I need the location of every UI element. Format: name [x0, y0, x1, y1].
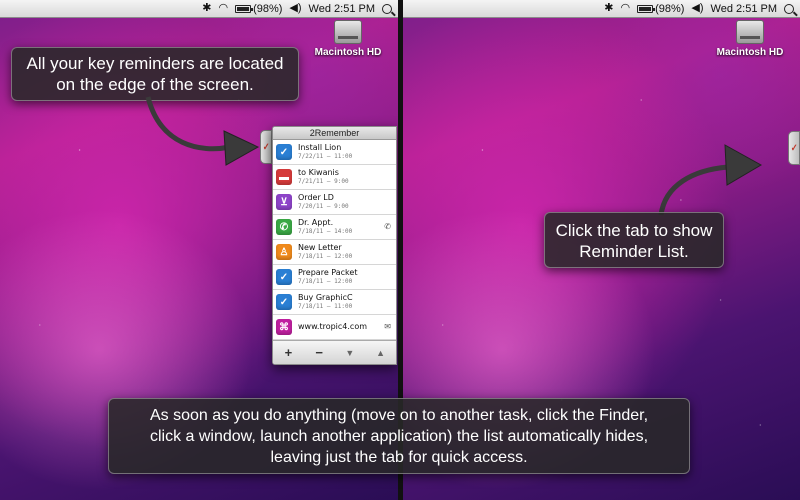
- callout-bottom-line2: click a window, launch another applicati…: [149, 428, 649, 445]
- callout-tab: Click the tab to show Reminder List.: [544, 212, 724, 268]
- menu-clock[interactable]: Wed 2:51 PM: [711, 3, 777, 15]
- battery-status[interactable]: (98%): [637, 3, 684, 15]
- checkmark-icon: ✓: [262, 141, 270, 153]
- volume-icon[interactable]: ◀): [691, 3, 703, 14]
- wifi-icon[interactable]: ◠: [620, 3, 630, 14]
- reminder-text: to Kiwanis 7/21/11 — 9:00: [298, 168, 349, 186]
- reminder-item[interactable]: ⊻ Order LD 7/20/11 — 9:00: [273, 190, 396, 215]
- arrow-icon: [145, 96, 260, 166]
- macintosh-hd-drive[interactable]: Macintosh HD: [715, 20, 785, 58]
- spotlight-search-icon[interactable]: [382, 3, 392, 14]
- reminder-title: www.tropic4.com: [298, 322, 367, 331]
- reminder-list: ✓ Install Lion 7/22/11 — 11:00 ▬ to Kiwanis 7…: [273, 140, 396, 340]
- checkmark-icon: ✓: [276, 144, 292, 160]
- person-icon: ♙: [276, 244, 292, 260]
- callout-edge-line1: All your key reminders are located: [26, 54, 284, 73]
- reminder-text: Buy GraphicC 7/18/11 — 11:00: [298, 293, 353, 311]
- arrow-icon: [658, 144, 763, 216]
- hard-drive-icon: [736, 20, 764, 44]
- bluetooth-icon[interactable]: ✱: [202, 3, 211, 14]
- reminder-title: Install Lion: [298, 143, 342, 152]
- callout-edge: All your key reminders are located on th…: [11, 47, 299, 101]
- battery-icon: [235, 4, 254, 13]
- reminder-text: Dr. Appt. 7/18/11 — 14:00: [298, 218, 352, 236]
- phone-icon: ✆: [384, 222, 391, 231]
- reminder-edge-tab[interactable]: ✓: [788, 131, 800, 165]
- checkmark-icon: ✓: [790, 142, 798, 154]
- reminder-title: to Kiwanis: [298, 168, 339, 177]
- battery-percent: (98%): [253, 2, 283, 15]
- callout-tab-line1: Click the tab to show: [555, 221, 713, 240]
- volume-icon[interactable]: ◀): [289, 3, 301, 14]
- reminder-item[interactable]: ✓ Install Lion 7/22/11 — 11:00: [273, 140, 396, 165]
- reminder-date: 7/18/11 — 12:00: [298, 278, 353, 285]
- checkmark-icon: ✓: [276, 294, 292, 310]
- menu-bar: ✱ ◠ (98%) ◀) Wed 2:51 PM: [403, 0, 800, 18]
- car-icon: ▬: [276, 169, 292, 185]
- panel-toolbar: + − ▼ ▲: [273, 340, 396, 364]
- reminder-title: New Letter: [298, 243, 342, 252]
- callout-bottom-line3: leaving just the tab for quick access.: [270, 449, 528, 466]
- wifi-icon[interactable]: ◠: [218, 3, 228, 14]
- reminder-date: 7/20/11 — 9:00: [298, 203, 349, 210]
- reminder-text: Order LD 7/20/11 — 9:00: [298, 193, 349, 211]
- reminder-title: Dr. Appt.: [298, 218, 334, 227]
- reminder-date: 7/21/11 — 9:00: [298, 178, 349, 185]
- reminder-text: New Letter 7/18/11 — 12:00: [298, 243, 352, 261]
- move-up-button[interactable]: ▲: [371, 348, 391, 358]
- bluetooth-icon[interactable]: ✱: [604, 3, 613, 14]
- reminder-title: Prepare Packet: [298, 268, 358, 277]
- battery-status[interactable]: (98%): [235, 3, 282, 15]
- phone-icon: ✆: [276, 219, 292, 235]
- reminder-item[interactable]: ✓ Buy GraphicC 7/18/11 — 11:00: [273, 290, 396, 315]
- menu-bar: ✱ ◠ (98%) ◀) Wed 2:51 PM: [0, 0, 398, 18]
- battery-icon: [637, 4, 656, 13]
- reminder-panel: 2Remember ✓ Install Lion 7/22/11 — 11:00 ▬ t…: [272, 126, 397, 365]
- menu-clock[interactable]: Wed 2:51 PM: [309, 3, 375, 15]
- move-down-button[interactable]: ▼: [340, 348, 360, 358]
- reminder-date: 7/18/11 — 14:00: [298, 228, 353, 235]
- reminder-item[interactable]: ✆ Dr. Appt. 7/18/11 — 14:00 ✆: [273, 215, 396, 240]
- callout-tab-line2: Reminder List.: [579, 242, 689, 261]
- reminder-text: Prepare Packet 7/18/11 — 12:00: [298, 268, 357, 286]
- hard-drive-icon: [334, 20, 362, 44]
- mail-icon: ✉: [384, 322, 391, 331]
- cart-icon: ⊻: [276, 194, 292, 210]
- drive-label: Macintosh HD: [716, 47, 784, 58]
- reminder-item[interactable]: ✓ Prepare Packet 7/18/11 — 12:00: [273, 265, 396, 290]
- checkmark-icon: ✓: [276, 269, 292, 285]
- reminder-edge-tab[interactable]: ✓: [260, 130, 272, 164]
- remove-button[interactable]: −: [309, 345, 329, 360]
- reminder-title: Order LD: [298, 193, 334, 202]
- callout-bottom-line1: As soon as you do anything (move on to a…: [149, 407, 649, 424]
- battery-percent: (98%): [655, 2, 685, 15]
- drive-label: Macintosh HD: [314, 47, 382, 58]
- callout-edge-line2: on the edge of the screen.: [56, 75, 254, 94]
- reminder-text: www.tropic4.com: [298, 322, 367, 332]
- reminder-date: 7/18/11 — 11:00: [298, 303, 353, 310]
- reminder-date: 7/22/11 — 11:00: [298, 153, 353, 160]
- reminder-item[interactable]: ♙ New Letter 7/18/11 — 12:00: [273, 240, 396, 265]
- add-button[interactable]: +: [278, 345, 298, 360]
- macintosh-hd-drive[interactable]: Macintosh HD: [313, 20, 383, 58]
- panel-title: 2Remember: [273, 127, 396, 140]
- reminder-date: 7/18/11 — 12:00: [298, 253, 353, 260]
- reminder-item[interactable]: ⌘ www.tropic4.com ✉: [273, 315, 396, 340]
- spotlight-search-icon[interactable]: [784, 3, 794, 14]
- reminder-text: Install Lion 7/22/11 — 11:00: [298, 143, 352, 161]
- reminder-item[interactable]: ▬ to Kiwanis 7/21/11 — 9:00: [273, 165, 396, 190]
- reminder-title: Buy GraphicC: [298, 293, 353, 302]
- link-icon: ⌘: [276, 319, 292, 335]
- callout-bottom: As soon as you do anything (move on to a…: [108, 398, 690, 474]
